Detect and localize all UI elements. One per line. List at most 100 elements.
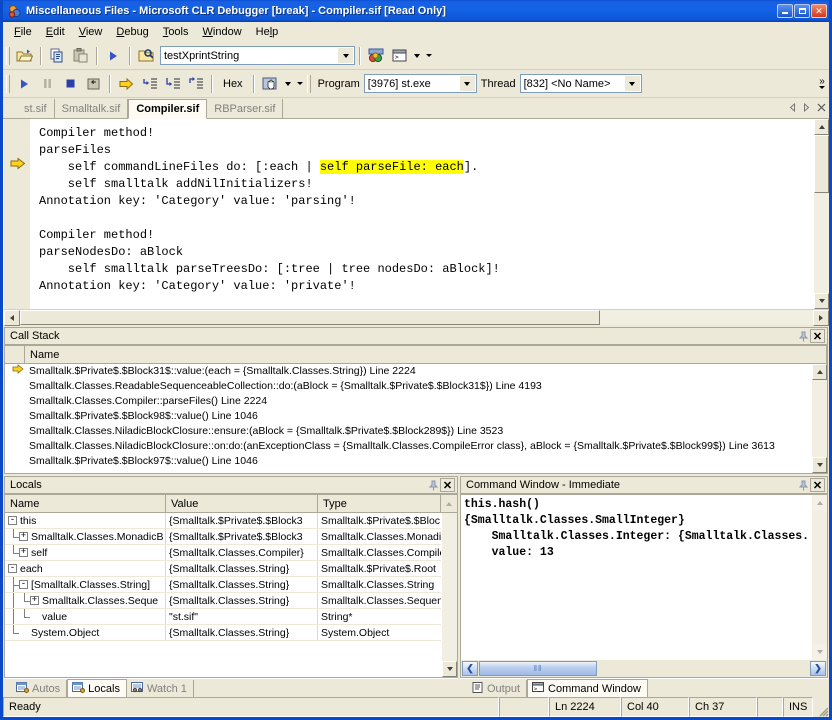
scroll-track[interactable] [812,511,827,644]
locals-cell-value[interactable]: {Smalltalk.Classes.String} [166,577,318,592]
stop-debugging-icon[interactable] [59,73,82,95]
scroll-track[interactable] [812,380,827,457]
table-row[interactable]: Smalltalk.$Private$.$Block97$::value() L… [7,454,811,469]
table-row[interactable]: - [Smalltalk.Classes.String] {Smalltalk.… [5,577,441,593]
table-row[interactable]: + self {Smalltalk.Classes.Compiler} Smal… [5,545,441,561]
locals-column-name[interactable]: Name [5,495,166,512]
call-stack-vertical-scrollbar[interactable] [811,364,827,473]
locals-cell-name[interactable]: value [5,609,166,624]
editor-gutter[interactable] [4,119,31,309]
locals-cell-value[interactable]: {Smalltalk.$Private$.$Block3 [166,529,318,544]
locals-cell-name[interactable]: + Smalltalk.Classes.MonadicB [5,529,166,544]
locals-cell-value[interactable]: {Smalltalk.Classes.Compiler} [166,545,318,560]
step-out-icon[interactable] [184,73,207,95]
menu-item-debug[interactable]: Debug [109,24,155,40]
table-row[interactable]: Smalltalk.Classes.Compiler::parseFiles()… [7,394,811,409]
menu-item-view[interactable]: View [72,24,110,40]
debug-toolbar-grip[interactable] [6,74,10,93]
locals-cell-value[interactable]: "st.sif" [166,609,318,624]
locals-cell-value[interactable]: {Smalltalk.$Private$.$Block3 [166,513,318,528]
menu-item-tools[interactable]: Tools [156,24,196,40]
menu-item-file[interactable]: File [7,24,39,40]
tab-compiler-sif[interactable]: Compiler.sif [128,99,208,119]
auto-hide-pin-icon[interactable] [426,478,440,492]
locals-cell-name[interactable]: System.Object [5,625,166,640]
locals-scroll-up-button[interactable] [441,495,457,512]
toolbar-options-chevron-icon[interactable] [423,45,435,67]
scroll-down-button[interactable] [814,293,829,309]
tab-output[interactable]: Output [468,680,528,697]
locals-rows[interactable]: - this {Smalltalk.$Private$.$Block3 Smal… [5,513,441,677]
hscroll-thumb[interactable]: ‖‖ [479,661,597,676]
scroll-left-button[interactable]: ❮ [462,661,478,676]
copy-icon[interactable] [46,45,69,67]
tab-rbparser-sif[interactable]: RBParser.sif [207,99,284,118]
expand-expander-icon[interactable]: + [19,548,28,557]
locals-cell-name[interactable]: - this [5,513,166,528]
scroll-up-button[interactable] [814,119,829,135]
maximize-button[interactable] [794,4,810,18]
toolbox-icon[interactable] [365,45,388,67]
chevron-down-icon[interactable] [338,48,353,63]
debug-windows-chevron-icon[interactable] [282,73,294,95]
table-row[interactable]: Smalltalk.$Private$.$Block98$::value() L… [7,409,811,424]
locals-cell-name[interactable]: - [Smalltalk.Classes.String] [5,577,166,592]
scroll-thumb[interactable] [814,135,829,193]
locals-close-button[interactable]: ✕ [440,478,455,492]
hscroll-track[interactable] [598,661,810,676]
hscroll-track[interactable] [600,310,813,325]
locals-cell-name[interactable]: + self [5,545,166,560]
hex-toggle-button[interactable]: Hex [217,73,249,95]
tab-st-sif[interactable]: st.sif [17,99,55,118]
table-row[interactable]: Smalltalk.Classes.ReadableSequenceableCo… [7,379,811,394]
scroll-left-button[interactable] [4,310,20,326]
call-stack-rows[interactable]: Smalltalk.$Private$.$Block31$::value:(ea… [5,364,811,473]
program-toolbar-grip[interactable] [306,74,311,93]
tab-locals[interactable]: Locals [67,679,127,697]
table-row[interactable]: - this {Smalltalk.$Private$.$Block3 Smal… [5,513,441,529]
locals-cell-value[interactable]: {Smalltalk.Classes.String} [166,625,318,640]
scroll-up-button[interactable] [812,495,827,511]
scroll-down-button[interactable] [812,644,827,660]
find-in-files-icon[interactable] [135,45,158,67]
command-window-horizontal-scrollbar[interactable]: ❮ ‖‖ ❯ [461,660,827,677]
table-row[interactable]: value "st.sif" String* [5,609,441,625]
collapse-expander-icon[interactable]: - [8,564,17,573]
toolbar-overflow-icon[interactable]: » [819,77,825,87]
expand-expander-icon[interactable]: + [19,532,28,541]
command-window-icon[interactable]: > [388,45,411,67]
locals-cell-value[interactable]: {Smalltalk.Classes.String} [166,561,318,576]
menu-item-window[interactable]: Window [196,24,249,40]
command-window-close-button[interactable]: ✕ [810,478,825,492]
continue-play-icon[interactable] [13,73,36,95]
auto-hide-pin-icon[interactable] [796,329,810,343]
table-row[interactable]: + Smalltalk.Classes.MonadicB {Smalltalk.… [5,529,441,545]
scroll-down-button[interactable] [442,661,457,677]
tab-watch-1[interactable]: Watch 1 [127,680,194,697]
tab-autos[interactable]: Autos [12,680,68,697]
toolbar-overflow-caret-icon[interactable] [819,86,825,89]
menu-item-edit[interactable]: Edit [39,24,72,40]
locals-cell-name[interactable]: + Smalltalk.Classes.Seque [5,593,166,608]
debug-windows-icon[interactable] [259,73,282,95]
command-window-vertical-scrollbar[interactable] [811,495,827,660]
call-stack-column-name[interactable]: Name [25,346,827,363]
table-row[interactable]: System.Object {Smalltalk.Classes.String}… [5,625,441,641]
close-document-icon[interactable] [817,103,826,115]
scroll-up-button[interactable] [812,364,827,380]
expand-expander-icon[interactable]: + [30,596,39,605]
locals-cell-name[interactable]: - each [5,561,166,576]
collapse-expander-icon[interactable]: - [8,516,17,525]
step-over-icon[interactable] [161,73,184,95]
locals-cell-value[interactable]: {Smalltalk.Classes.String} [166,593,318,608]
toolbar-grip[interactable] [6,46,10,65]
code-text[interactable]: Compiler method! parseFiles self command… [31,119,813,309]
locals-column-type[interactable]: Type [318,495,441,512]
table-row[interactable]: + Smalltalk.Classes.Seque {Smalltalk.Cla… [5,593,441,609]
restart-icon[interactable] [82,73,105,95]
locals-column-value[interactable]: Value [166,495,318,512]
minimize-button[interactable] [777,4,793,18]
tab-prev-icon[interactable] [789,102,796,115]
scroll-track[interactable] [442,513,457,661]
table-row[interactable]: Smalltalk.$Private$.$Block31$::value:(ea… [7,364,811,379]
